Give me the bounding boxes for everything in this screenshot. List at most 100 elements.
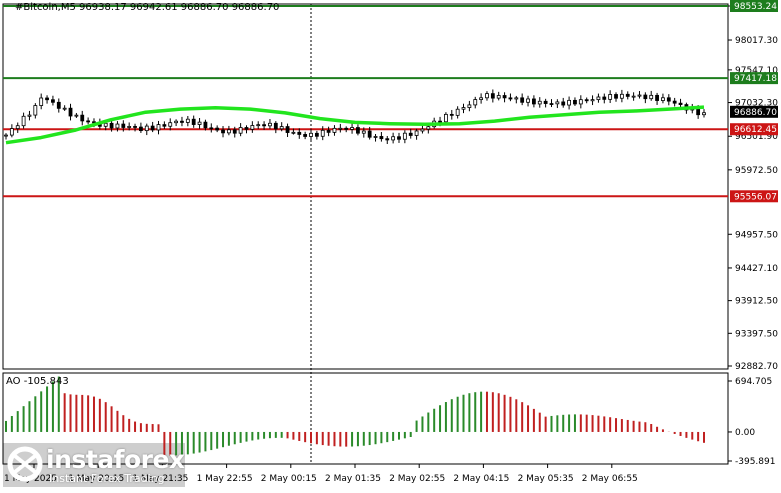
candle-bear xyxy=(232,129,237,134)
candle-bear xyxy=(696,107,701,116)
candle-bear xyxy=(379,136,384,140)
candle-bear xyxy=(502,95,507,99)
candle-bull xyxy=(461,107,466,110)
candle-bull xyxy=(631,95,636,98)
candle-bear xyxy=(215,127,220,131)
x-tick-label: 2 May 05:35 xyxy=(518,474,574,484)
candle-bull xyxy=(144,125,149,132)
candle-bull xyxy=(402,132,407,140)
candle-bear xyxy=(191,118,196,125)
candle-bull xyxy=(291,131,296,134)
candle-bull xyxy=(338,127,343,130)
candle-bull xyxy=(455,108,460,116)
candle-bull xyxy=(127,126,132,128)
candle-bear xyxy=(221,129,225,134)
candle-bull xyxy=(420,128,425,132)
candle-bull xyxy=(426,126,431,130)
ao-indicator-label: AO -105.843 xyxy=(6,376,69,387)
candle-bear xyxy=(672,100,677,104)
candle-bull xyxy=(156,124,161,131)
y-tick-label: 92882.70 xyxy=(735,362,778,372)
trading-chart-window: 98553.2498017.3097547.1097032.3096501.90… xyxy=(0,0,781,489)
candle-bear xyxy=(109,122,114,129)
candle-bull xyxy=(320,129,325,137)
candle-bear xyxy=(314,132,319,137)
candle-bear xyxy=(344,127,349,130)
candle-bull xyxy=(619,93,624,99)
level-label: 98553.24 xyxy=(734,2,777,12)
candle-bull xyxy=(15,125,20,129)
candle-bull xyxy=(537,100,542,105)
y-tick-label: 98017.30 xyxy=(735,36,778,46)
candle-bear xyxy=(573,99,577,105)
y-tick-label: 93912.50 xyxy=(735,297,778,307)
candle-bull xyxy=(496,95,501,99)
candle-bear xyxy=(561,101,566,106)
candle-bull xyxy=(309,132,313,137)
candle-bear xyxy=(203,121,208,129)
candle-bull xyxy=(596,96,601,101)
candle-bull xyxy=(238,127,243,134)
candle-bear xyxy=(121,123,126,128)
x-tick-label: 2 May 02:55 xyxy=(389,474,445,484)
candle-bear xyxy=(303,134,308,137)
y-tick-label: 94957.50 xyxy=(735,230,778,240)
candle-bear xyxy=(273,122,278,130)
candle-bear xyxy=(56,101,61,109)
y-tick-label: 94427.10 xyxy=(735,264,778,274)
candle-bull xyxy=(373,136,378,138)
candle-bull xyxy=(268,122,272,127)
watermark-brand: instaforex xyxy=(46,445,185,474)
x-tick-label: 2 May 06:55 xyxy=(582,474,638,484)
candle-bull xyxy=(256,124,261,127)
candle-bull xyxy=(9,128,14,136)
candle-bear xyxy=(508,97,513,100)
symbol-header: #Bitcoin,M5 96938.17 96942.61 96886.70 9… xyxy=(15,2,280,13)
candle-bear xyxy=(367,130,372,138)
candle-bear xyxy=(655,94,659,101)
candle-bull xyxy=(444,113,448,123)
x-tick-label: 2 May 00:15 xyxy=(261,474,317,484)
candle-bear xyxy=(150,125,155,131)
candle-bear xyxy=(397,136,401,140)
candle-bull xyxy=(350,127,354,130)
candle-bear xyxy=(531,98,536,105)
candle-bear xyxy=(449,113,454,116)
candle-bear xyxy=(490,93,495,99)
candle-bear xyxy=(408,132,413,136)
candle-bull xyxy=(661,97,665,101)
candle-bear xyxy=(86,120,91,123)
candle-bull xyxy=(608,94,613,100)
candle-bull xyxy=(473,99,478,106)
level-label: 97417.18 xyxy=(734,74,777,84)
candle-bull xyxy=(467,104,472,108)
candle-bull xyxy=(485,93,489,99)
chart-canvas[interactable]: 98553.2498017.3097547.1097032.3096501.90… xyxy=(0,0,781,489)
candle-bull xyxy=(361,130,366,134)
candle-bear xyxy=(51,99,55,103)
candle-bear xyxy=(666,97,671,102)
candle-bull xyxy=(226,129,231,134)
candle-bear xyxy=(162,124,167,127)
candle-bear xyxy=(678,102,683,105)
candle-bear xyxy=(68,107,73,117)
main-panel-frame xyxy=(2,3,729,370)
x-tick-label: 2 May 04:15 xyxy=(453,474,509,484)
current-price-label: 96886.70 xyxy=(734,108,777,118)
candle-bull xyxy=(567,99,571,106)
candle-bear xyxy=(614,94,618,99)
ao-tick-label: 694.705 xyxy=(735,377,772,387)
candle-bull xyxy=(279,126,284,130)
y-tick-label: 95972.50 xyxy=(735,166,778,176)
instaforex-watermark: instaforex Instant Forex Trading xyxy=(3,441,185,487)
candle-bear xyxy=(180,120,184,123)
candle-bull xyxy=(33,105,38,116)
ao-tick-label: 0.00 xyxy=(735,428,755,438)
level-label: 96612.45 xyxy=(734,125,777,135)
candle-bull xyxy=(414,130,419,136)
candle-bull xyxy=(197,121,202,125)
candle-bull xyxy=(578,99,583,105)
x-tick-label: 2 May 01:35 xyxy=(325,474,381,484)
candle-bull xyxy=(649,94,654,100)
candle-bull xyxy=(4,134,8,137)
